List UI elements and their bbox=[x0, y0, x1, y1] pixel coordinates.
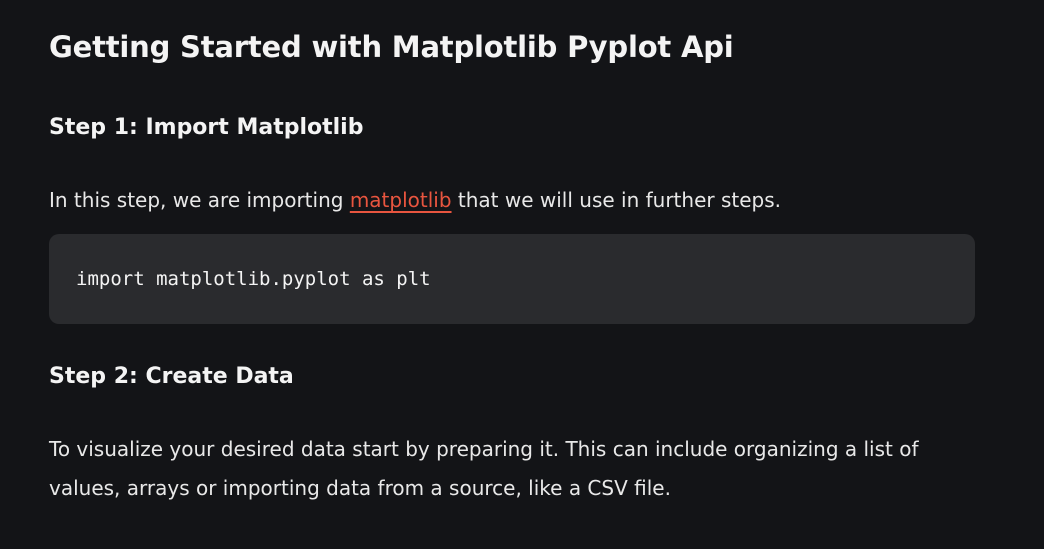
step-1-text-after: that we will use in further steps. bbox=[451, 188, 781, 212]
step-1-paragraph: In this step, we are importing matplotli… bbox=[49, 181, 989, 220]
step-1-text-before: In this step, we are importing bbox=[49, 188, 350, 212]
code-block[interactable]: import matplotlib.pyplot as plt bbox=[49, 234, 975, 324]
article-content: Getting Started with Matplotlib Pyplot A… bbox=[0, 0, 1044, 549]
code-line[interactable]: import matplotlib.pyplot as plt bbox=[76, 268, 431, 290]
page-title: Getting Started with Matplotlib Pyplot A… bbox=[49, 30, 734, 64]
step-2-paragraph: To visualize your desired data start by … bbox=[49, 437, 919, 500]
step-1-heading: Step 1: Import Matplotlib bbox=[49, 115, 364, 140]
matplotlib-link[interactable]: matplotlib bbox=[350, 188, 452, 212]
step-2-heading: Step 2: Create Data bbox=[49, 364, 294, 389]
